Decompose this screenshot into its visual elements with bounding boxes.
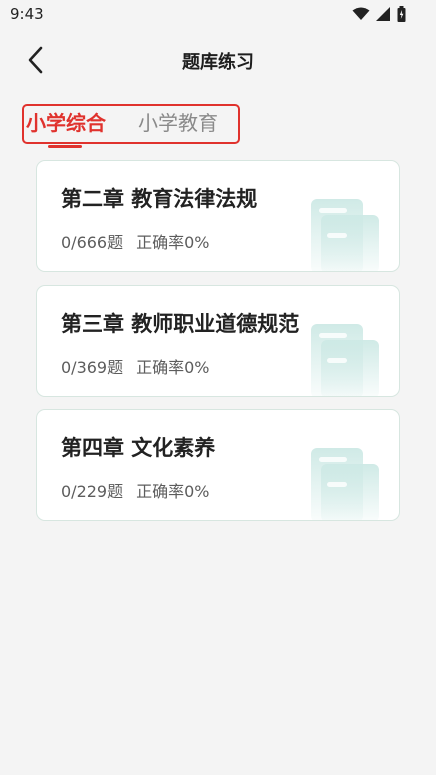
accuracy-rate: 正确率0% [136,482,210,501]
signal-icon [376,7,390,21]
status-bar: 9:43 [0,0,436,30]
accuracy-rate: 正确率0% [136,233,210,252]
document-icon [311,448,379,520]
chapter-title: 第二章 教育法律法规 [61,187,258,211]
chapter-card[interactable]: 第二章 教育法律法规 0/666题 正确率0% [36,160,400,272]
chapter-title: 第四章 文化素养 [61,436,216,460]
chapter-card[interactable]: 第四章 文化素养 0/229题 正确率0% [36,409,400,521]
status-icons [352,5,406,23]
accuracy-rate: 正确率0% [136,358,210,377]
question-count: 0/666题 [61,233,124,252]
question-count: 0/369题 [61,358,124,377]
chapter-card[interactable]: 第三章 教师职业道德规范 0/369题 正确率0% [36,285,400,397]
document-icon [311,199,379,271]
category-tabs: 小学综合 小学教育 [22,104,240,144]
question-count: 0/229题 [61,482,124,501]
chapter-stats: 0/369题 正确率0% [61,354,223,378]
status-time: 9:43 [10,5,44,23]
chapter-stats: 0/666题 正确率0% [61,229,223,253]
header: 题库练习 [0,40,436,80]
chapter-stats: 0/229题 正确率0% [61,478,223,502]
chapter-title: 第三章 教师职业道德规范 [61,312,300,336]
page-title: 题库练习 [182,52,254,73]
tab-primary-education[interactable]: 小学教育 [138,107,218,136]
tab-primary-comprehensive[interactable]: 小学综合 [26,107,106,136]
wifi-icon [352,7,370,20]
document-icon [311,324,379,396]
battery-icon [397,6,406,22]
active-tab-indicator [48,145,82,148]
